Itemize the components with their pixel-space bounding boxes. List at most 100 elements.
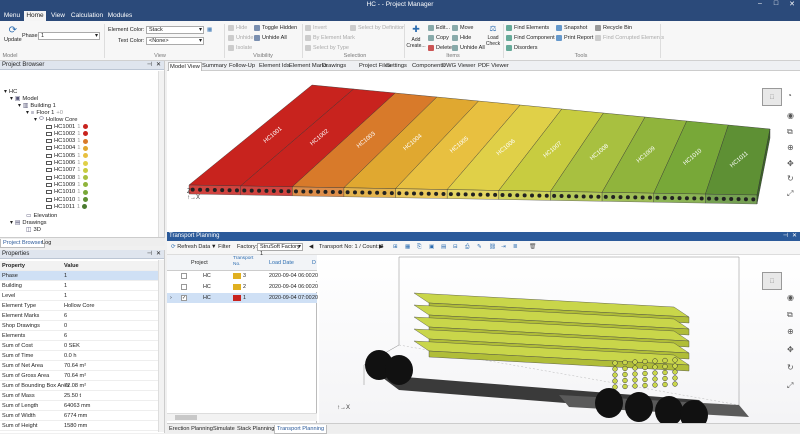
select-by-type-button[interactable]: Select by Type (305, 45, 349, 51)
edit-icon[interactable]: ✎ (477, 244, 482, 250)
snapshot-button[interactable]: Snapshot (556, 25, 587, 31)
property-row[interactable]: Sum of Bounding Box Area 72.08 m² (0, 381, 158, 391)
scroll-thumb[interactable] (175, 415, 197, 420)
table-row[interactable]: › ✓ HC 1 2020-09-04 07:00 20 (167, 293, 318, 303)
view-tab[interactable]: Model View (168, 62, 202, 71)
tree-element-item[interactable]: HC1008 1 (46, 174, 88, 181)
text-color-select[interactable]: <None> (146, 37, 204, 45)
copy-button[interactable]: Copy (428, 35, 449, 41)
property-row[interactable]: Sum of Gross Area 70.64 m² (0, 371, 158, 381)
find-corrupted-button[interactable]: Find Corrupted Elements (595, 35, 664, 41)
rotate-icon[interactable]: ↻ (787, 363, 794, 372)
tab-project-browser[interactable]: Project Browser (0, 239, 46, 248)
print-report-button[interactable]: Print Report (556, 35, 593, 41)
property-row[interactable]: Sum of Net Area 70.64 m² (0, 361, 158, 371)
copy-icon[interactable]: ⎘ (417, 244, 421, 251)
unhide-all-button[interactable]: Unhide All (254, 35, 287, 41)
hide-button[interactable]: Hide (228, 25, 247, 31)
view-cube[interactable]: ⬚ (762, 88, 782, 106)
print-icon[interactable]: ⎙ (465, 244, 469, 251)
col-transport-no[interactable]: Transport No. (233, 256, 253, 268)
minimize-button[interactable]: – (752, 0, 768, 7)
tab-modules[interactable]: Modules (106, 11, 134, 21)
tree-element-item[interactable]: HC1010 1 (46, 196, 88, 203)
tree-drawings[interactable]: ▾ ▤ Drawings (10, 219, 47, 226)
tree-element-item[interactable]: HC1007 1 (46, 167, 88, 174)
table-row[interactable]: HC 2 2020-09-04 06:00 20 (167, 282, 318, 292)
pin-icon[interactable]: ⊣ (147, 250, 152, 258)
delete-icon[interactable]: 🗑 (529, 244, 536, 250)
load-check-button[interactable]: ⚖ Load Check (485, 24, 501, 47)
table-row[interactable]: HC 3 2020-09-04 06:00 20 (167, 271, 318, 281)
tree-elevation[interactable]: ▭ Elevation (26, 212, 57, 219)
view-tab[interactable]: PDF Viewer (477, 62, 510, 70)
close-button[interactable]: ✕ (784, 0, 800, 8)
fit-icon[interactable]: ⤢ (787, 381, 793, 391)
properties-scrollbar[interactable] (158, 260, 164, 432)
property-row[interactable]: Element Marks 6 (0, 311, 158, 321)
pan-icon[interactable]: ✥ (787, 159, 794, 168)
tab-calculation[interactable]: Calculation (70, 11, 104, 21)
tab-erection-planning[interactable]: Erection Planning (167, 425, 215, 433)
property-row[interactable]: Shop Drawings 0 (0, 321, 158, 331)
tab-stack-planning[interactable]: Stack Planning (235, 425, 276, 433)
property-row[interactable]: Sum of Time 0.0 h (0, 351, 158, 361)
transport-3d-viewport[interactable]: ⬚ ◉ ⧉ ⊕ ✥ ↻ ⤢ ↑→X (319, 255, 800, 423)
filter-button[interactable]: ▼ Filter (211, 244, 231, 250)
arrange-icon[interactable]: ⊟ (453, 244, 458, 250)
property-row[interactable]: Phase 1 (0, 271, 158, 281)
stack-icon[interactable]: ≣ (513, 244, 518, 250)
col-d[interactable]: D (312, 260, 316, 266)
pan-icon[interactable]: ✥ (787, 345, 794, 354)
tree-element-item[interactable]: HC1003 1 (46, 138, 88, 145)
find-component-button[interactable]: Find Component (506, 35, 555, 41)
select-by-definition-button[interactable]: Select by Definition (350, 25, 405, 31)
close-panel-icon[interactable]: ✕ (156, 250, 161, 258)
settings-icon[interactable]: ◉ (787, 293, 794, 302)
grid-h-scrollbar[interactable] (167, 413, 317, 421)
zoom-extents-icon[interactable]: ⧉ (787, 310, 793, 320)
factory-select[interactable]: StruSoft Factory 1 (257, 243, 303, 257)
toggle-hidden-button[interactable]: Toggle Hidden (254, 25, 297, 31)
color-settings-icon[interactable]: ▦ (207, 27, 212, 33)
tab-log[interactable]: Log (40, 239, 53, 247)
pin-icon[interactable]: ⊣ (783, 232, 788, 239)
maximize-button[interactable]: □ (768, 0, 784, 7)
find-elements-button[interactable]: Find Elements (506, 25, 549, 31)
tree-element-item[interactable]: HC1009 1 (46, 181, 88, 188)
transport-next-icon[interactable]: ▶ (379, 244, 383, 250)
items-hide-button[interactable]: Hide (452, 35, 471, 41)
row-checkbox[interactable] (181, 284, 187, 290)
close-panel-icon[interactable]: ✕ (792, 232, 797, 239)
unhide-button[interactable]: Unhide (228, 35, 253, 41)
zoom-icon[interactable]: ⊕ (787, 327, 794, 336)
view-cube[interactable]: ⬚ (762, 272, 782, 290)
model-3d-canvas[interactable]: HC1001 HC1002 HC1003 HC1004 HC1005 HC1006 HC10… (167, 71, 800, 232)
tree-floor[interactable]: ▾ ≡ Floor 1 +0 (26, 109, 63, 116)
edit-button[interactable]: Edit... (428, 25, 450, 31)
view-tab[interactable]: Follow-Up (228, 62, 256, 70)
fit-icon[interactable]: ⤢ (787, 189, 793, 199)
transport-prev-icon[interactable]: ◀ (309, 244, 313, 250)
tree-element-item[interactable]: HC1006 1 (46, 160, 88, 167)
zoom-extents-icon[interactable]: ⧉ (787, 127, 793, 137)
view-tab[interactable]: Drawings (321, 62, 347, 70)
isolate-button[interactable]: Isolate (228, 45, 252, 51)
move-button[interactable]: Move (452, 25, 473, 31)
tree-3d[interactable]: ◫ 3D (26, 226, 41, 233)
tree-element-item[interactable]: HC1005 1 (46, 152, 88, 159)
by-element-mark-button[interactable]: By Element Mark (305, 35, 355, 41)
disorders-button[interactable]: Disorders (506, 45, 538, 51)
settings-icon[interactable]: ◉ (787, 111, 794, 120)
property-row[interactable]: Sum of Mass 25.50 t (0, 391, 158, 401)
truck-3d-canvas[interactable] (319, 255, 800, 423)
zoom-icon[interactable]: ⊕ (787, 143, 794, 152)
add-create-button[interactable]: ✚ Add Create... (406, 24, 425, 49)
tree-model[interactable]: ▾ ▣ Model (10, 95, 38, 102)
row-checkbox[interactable] (181, 273, 187, 279)
property-row[interactable]: Element Type Hollow Core (0, 301, 158, 311)
export-icon[interactable]: ⇥ (501, 244, 506, 250)
tab-view[interactable]: View (48, 11, 68, 21)
tree-group[interactable]: ▾ ⬭ Hollow Core (34, 116, 77, 123)
pin-icon[interactable]: ⊣ (147, 61, 152, 69)
